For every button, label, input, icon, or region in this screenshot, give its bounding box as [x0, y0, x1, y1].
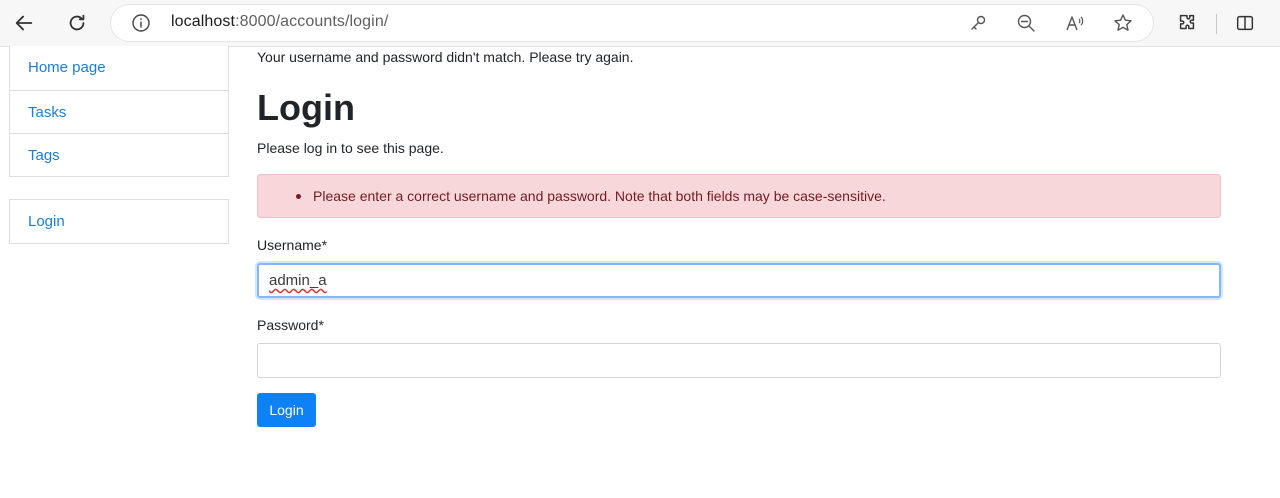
- sidebar-nav: Home page Tasks Tags: [9, 46, 229, 177]
- address-bar[interactable]: localhost:8000/accounts/login/: [111, 5, 1153, 41]
- error-message: Your username and password didn't match.…: [257, 49, 634, 65]
- bullet-icon: [296, 193, 301, 199]
- sidebar-item-tasks[interactable]: Tasks: [10, 90, 228, 133]
- username-value: admin_a: [269, 272, 327, 289]
- sidebar-account-nav: Login: [9, 199, 229, 244]
- toolbar-separator: [1216, 14, 1217, 34]
- split-screen-icon[interactable]: [1229, 7, 1261, 39]
- main-content: Your username and password didn't match.…: [257, 46, 1221, 427]
- username-label: Username*: [257, 237, 328, 253]
- sidebar-item-home[interactable]: Home page: [10, 46, 228, 90]
- login-button[interactable]: Login: [257, 393, 316, 427]
- sidebar-item-login[interactable]: Login: [10, 200, 228, 243]
- back-icon[interactable]: [8, 7, 40, 39]
- password-label: Password*: [257, 317, 324, 333]
- browser-toolbar: localhost:8000/accounts/login/: [0, 0, 1280, 47]
- alert-text: Please enter a correct username and pass…: [313, 188, 886, 204]
- sidebar: Home page Tasks Tags Login: [9, 46, 229, 244]
- username-input[interactable]: admin_a: [257, 263, 1221, 298]
- page-subtitle: Please log in to see this page.: [257, 140, 444, 156]
- favorite-star-icon[interactable]: [1113, 13, 1133, 33]
- sidebar-item-tags[interactable]: Tags: [10, 133, 228, 176]
- password-input[interactable]: [257, 343, 1221, 378]
- page-title: Login: [257, 87, 355, 128]
- zoom-out-icon[interactable]: [1016, 13, 1036, 33]
- key-icon[interactable]: [968, 13, 988, 33]
- url-text[interactable]: localhost:8000/accounts/login/: [171, 13, 388, 31]
- read-aloud-icon[interactable]: [1065, 13, 1085, 33]
- error-alert: Please enter a correct username and pass…: [257, 174, 1221, 218]
- extensions-icon[interactable]: [1171, 7, 1203, 39]
- reload-icon[interactable]: [61, 7, 93, 39]
- site-info-icon[interactable]: [131, 13, 151, 33]
